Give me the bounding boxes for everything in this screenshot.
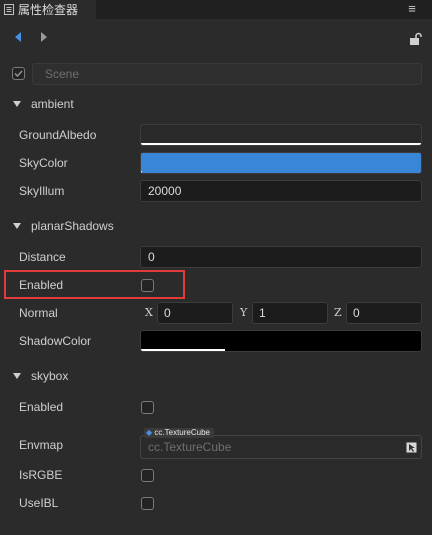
shadow-color-label: ShadowColor <box>19 334 92 348</box>
envmap-label: Envmap <box>19 438 64 452</box>
document-icon <box>4 4 14 15</box>
section-skybox-label: skybox <box>31 369 69 383</box>
scene-name-input[interactable]: Scene <box>32 63 422 85</box>
sky-illum-input[interactable]: 20000 <box>140 180 422 202</box>
panel-titlebar: 属性检查器 ≡ <box>0 0 432 19</box>
alpha-bar <box>141 171 142 173</box>
normal-x-label: X <box>145 306 153 319</box>
panel-menu-icon[interactable]: ≡ <box>406 1 418 17</box>
collapse-triangle-icon <box>13 223 21 229</box>
section-planar-shadows[interactable]: planarShadows <box>13 218 114 234</box>
normal-x-input[interactable]: 0 <box>157 302 233 324</box>
distance-input[interactable]: 0 <box>140 246 422 268</box>
planar-enabled-label: Enabled <box>19 278 64 292</box>
section-planar-shadows-label: planarShadows <box>31 219 114 233</box>
sky-illum-label: SkyIllum <box>19 184 65 198</box>
normal-z-input[interactable]: 0 <box>346 302 422 324</box>
section-skybox[interactable]: skybox <box>13 368 68 384</box>
sky-color-swatch[interactable] <box>140 152 422 174</box>
envmap-type-tag: ◆ cc.TextureCube <box>144 428 214 438</box>
asset-picker-icon[interactable] <box>406 442 417 453</box>
use-ibl-checkbox[interactable] <box>141 497 154 510</box>
checkmark-icon <box>14 70 23 78</box>
unlock-icon[interactable] <box>408 32 422 46</box>
normal-y-label: Y <box>240 306 248 319</box>
section-ambient-label: ambient <box>31 97 74 111</box>
forward-arrow-icon[interactable] <box>38 30 50 44</box>
diamond-icon: ◆ <box>146 428 153 437</box>
inspector-toolbar <box>0 19 432 55</box>
collapse-triangle-icon <box>13 101 21 107</box>
envmap-asset-name: cc.TextureCube <box>148 440 232 454</box>
scene-active-checkbox[interactable] <box>12 67 25 80</box>
alpha-bar <box>141 143 421 145</box>
envmap-asset-field[interactable]: cc.TextureCube <box>140 435 422 459</box>
skybox-enabled-label: Enabled <box>19 400 64 414</box>
section-ambient[interactable]: ambient <box>13 96 74 112</box>
panel-title: 属性检查器 <box>18 3 79 17</box>
envmap-type-text: cc.TextureCube <box>154 428 210 437</box>
collapse-triangle-icon <box>13 373 21 379</box>
alpha-bar <box>141 349 225 351</box>
is-rgbe-label: IsRGBE <box>19 468 63 482</box>
ground-albedo-label: GroundAlbedo <box>19 128 97 142</box>
skybox-enabled-checkbox[interactable] <box>141 401 154 414</box>
tab-inspector[interactable]: 属性检查器 <box>0 0 96 19</box>
use-ibl-label: UseIBL <box>19 496 59 510</box>
scene-row: Scene <box>12 63 422 85</box>
sky-color-label: SkyColor <box>19 156 68 170</box>
is-rgbe-checkbox[interactable] <box>141 469 154 482</box>
planar-enabled-checkbox[interactable] <box>141 279 154 292</box>
back-arrow-icon[interactable] <box>12 30 24 44</box>
ground-albedo-color-swatch[interactable] <box>140 124 422 146</box>
shadow-color-swatch[interactable] <box>140 330 422 352</box>
normal-label: Normal <box>19 306 58 320</box>
distance-label: Distance <box>19 250 66 264</box>
normal-y-input[interactable]: 1 <box>252 302 328 324</box>
normal-z-label: Z <box>334 306 342 319</box>
